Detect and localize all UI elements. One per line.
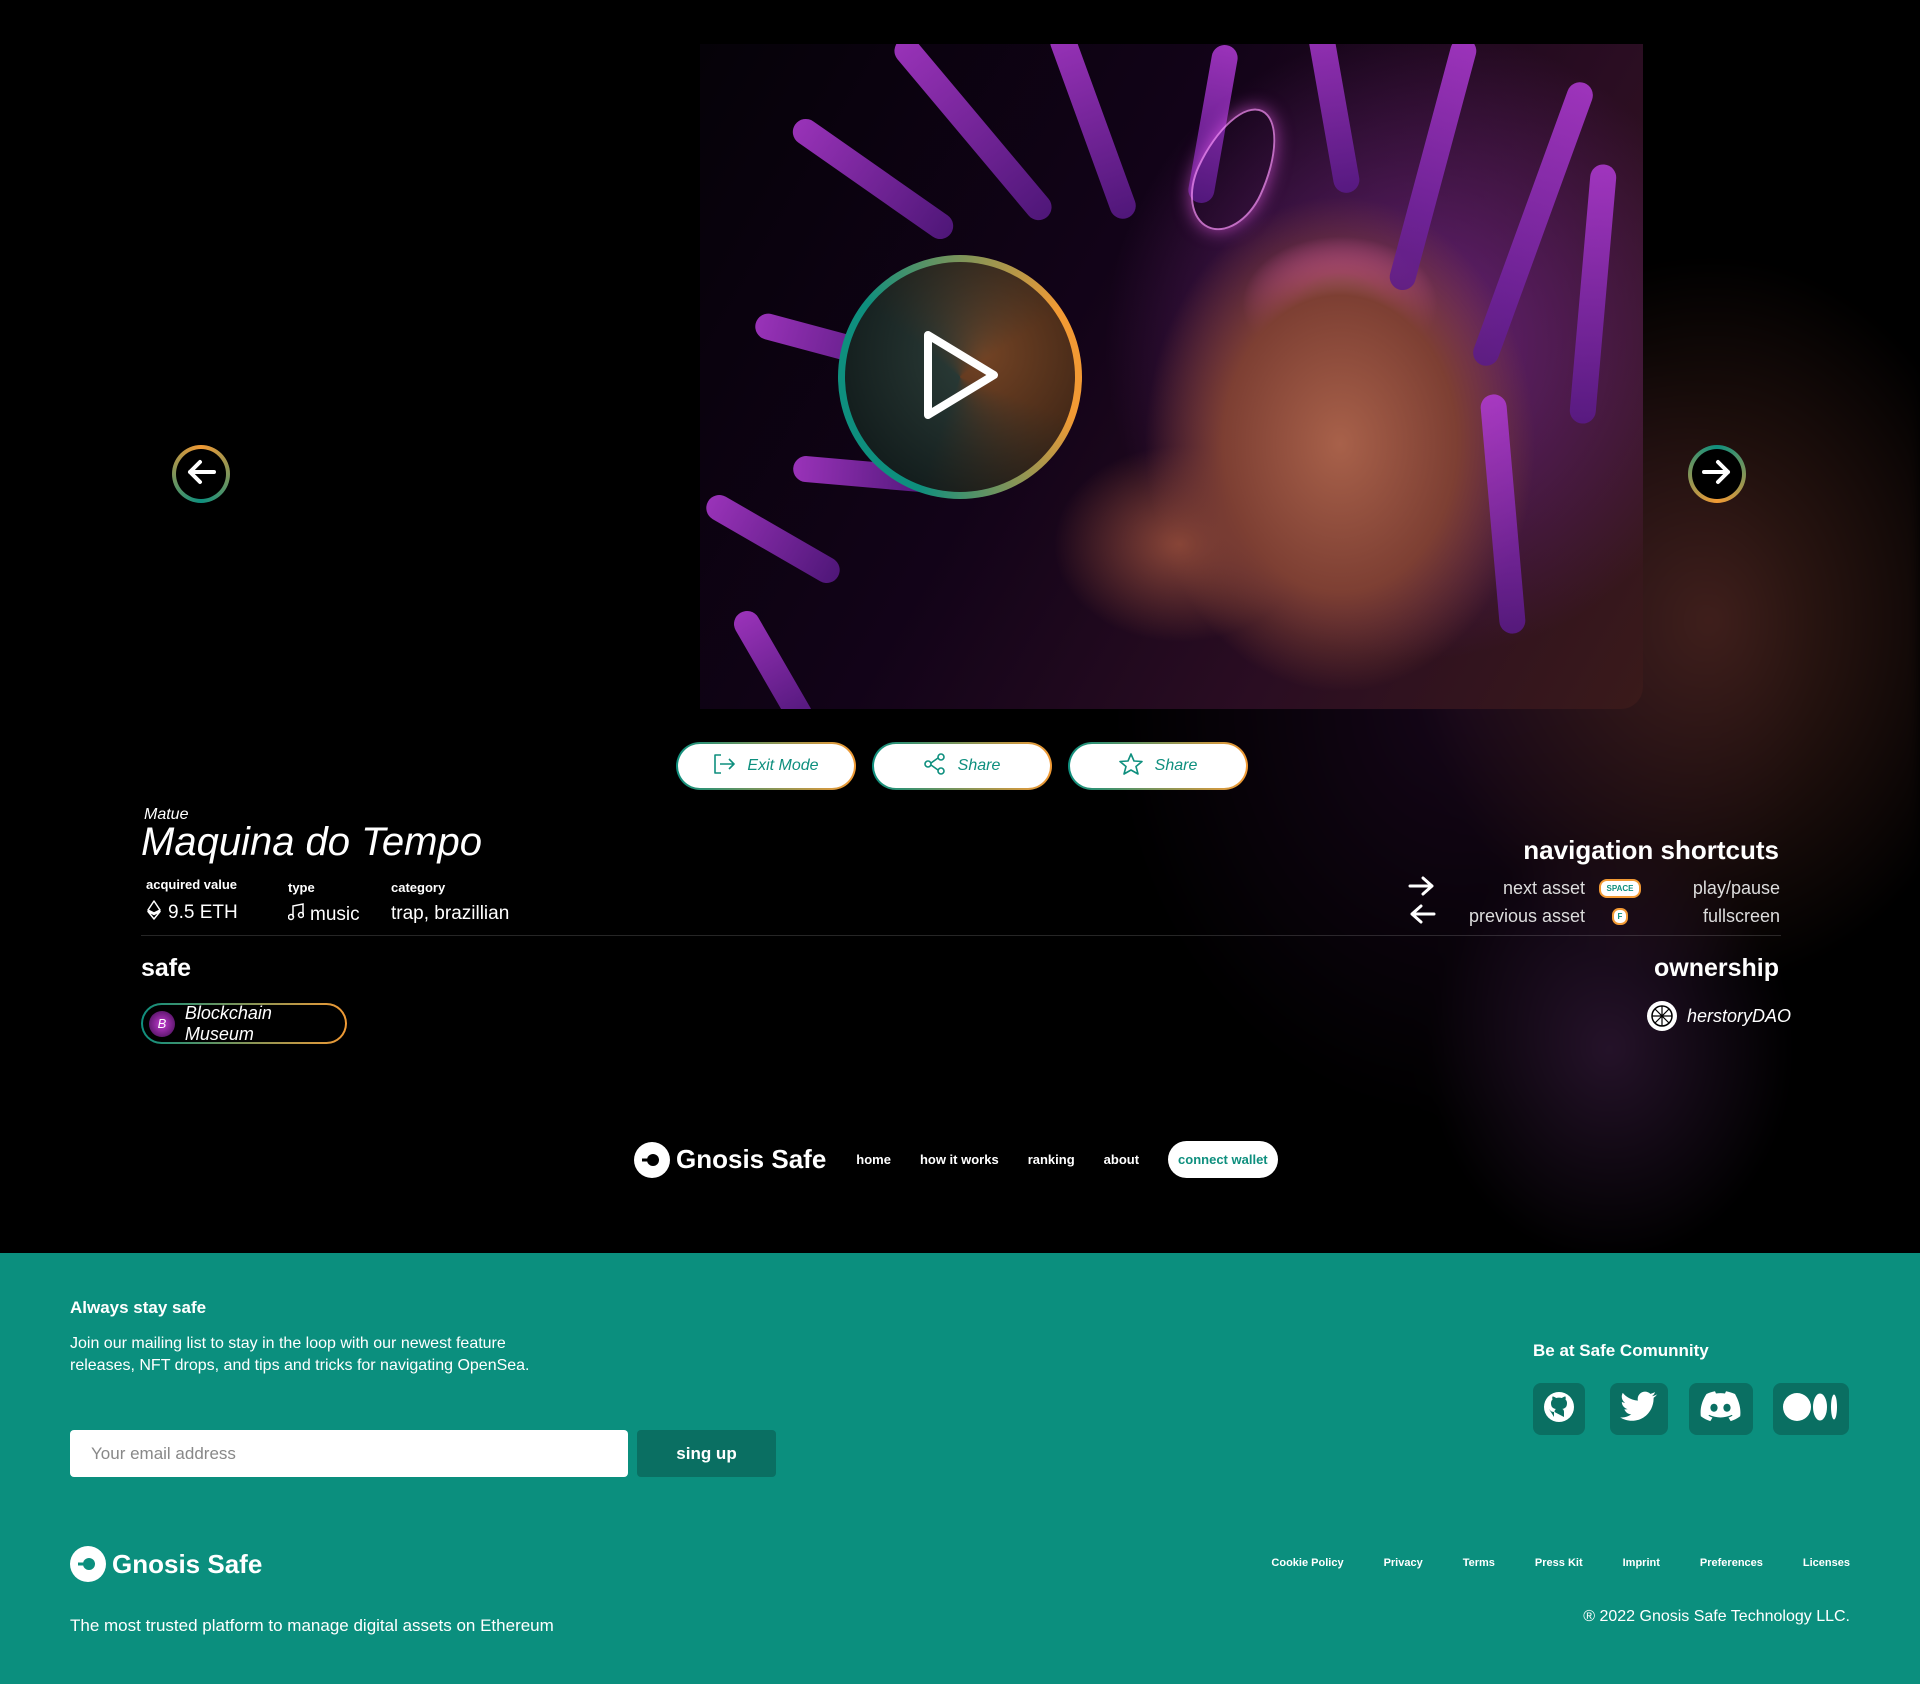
- action-buttons: Exit Mode Share Share: [676, 742, 1248, 790]
- connect-wallet-button[interactable]: connect wallet: [1168, 1141, 1278, 1178]
- share-icon: [923, 752, 946, 780]
- footer-link-licenses[interactable]: Licenses: [1803, 1557, 1850, 1569]
- previous-asset-button[interactable]: [172, 445, 230, 503]
- footer-links: Cookie Policy Privacy Terms Press Kit Im…: [1271, 1557, 1850, 1569]
- brand-name: Gnosis Safe: [676, 1144, 827, 1174]
- arrow-left-icon: [186, 459, 216, 490]
- shortcut-previous-label: previous asset: [1468, 905, 1585, 926]
- play-button[interactable]: [838, 255, 1082, 499]
- divider: [141, 935, 1781, 936]
- gnosis-logo-icon: [634, 1141, 670, 1178]
- favorite-share-label: Share: [1154, 757, 1198, 774]
- footer-brand[interactable]: Gnosis Safe: [70, 1546, 262, 1582]
- category-label: category: [391, 880, 446, 895]
- type-label: type: [288, 880, 315, 895]
- gnosis-logo-icon: [70, 1546, 106, 1582]
- footer: Always stay safe Join our mailing list t…: [0, 1253, 1920, 1684]
- signup-button[interactable]: sing up: [637, 1430, 776, 1477]
- ownership-title: ownership: [1653, 954, 1779, 982]
- next-asset-button[interactable]: [1688, 445, 1746, 503]
- email-input[interactable]: [70, 1430, 628, 1477]
- f-key-chip: F: [1611, 907, 1629, 925]
- newsletter-heading: Always stay safe: [70, 1298, 207, 1317]
- nav-home[interactable]: home: [856, 1152, 891, 1167]
- medium-button[interactable]: [1773, 1383, 1849, 1435]
- footer-brand-name: Gnosis Safe: [112, 1548, 263, 1579]
- shortcut-play-pause-label: play/pause: [1692, 877, 1780, 898]
- twitter-button[interactable]: [1610, 1383, 1668, 1435]
- github-icon: [1542, 1390, 1576, 1429]
- exit-mode-label: Exit Mode: [747, 757, 819, 774]
- footer-link-imprint[interactable]: Imprint: [1623, 1557, 1660, 1569]
- nav-how-it-works[interactable]: how it works: [920, 1152, 999, 1167]
- footer-link-cookie-policy[interactable]: Cookie Policy: [1271, 1557, 1343, 1569]
- share-button[interactable]: Share: [872, 742, 1052, 790]
- community-title: Be at Safe Comunnity: [1533, 1341, 1709, 1360]
- type-value: music: [310, 904, 360, 925]
- nav-about[interactable]: about: [1104, 1152, 1139, 1167]
- favorite-share-button[interactable]: Share: [1068, 742, 1248, 790]
- discord-button[interactable]: [1689, 1383, 1753, 1435]
- owner-link[interactable]: herstoryDAO: [1647, 1001, 1791, 1031]
- shortcuts-list: next asset SPACE play/pause previous ass…: [1408, 874, 1780, 930]
- medium-icon: [1782, 1391, 1840, 1428]
- acquired-value-label: acquired value: [146, 877, 238, 892]
- safe-chip[interactable]: B Blockchain Museum: [141, 1003, 347, 1044]
- ethereum-icon: [146, 900, 162, 926]
- newsletter-text: Join our mailing list to stay in the loo…: [70, 1335, 530, 1374]
- hero-section: Exit Mode Share Share Matue Maquina do T…: [0, 0, 1920, 1253]
- footer-link-terms[interactable]: Terms: [1463, 1557, 1495, 1569]
- music-note-icon: [287, 903, 305, 927]
- owner-avatar: [1647, 1001, 1677, 1031]
- exit-mode-button[interactable]: Exit Mode: [676, 742, 856, 790]
- discord-icon: [1700, 1390, 1742, 1428]
- arrow-left-icon: [1408, 903, 1448, 930]
- footer-link-privacy[interactable]: Privacy: [1384, 1557, 1423, 1569]
- brand-logo[interactable]: Gnosis Safe: [634, 1141, 827, 1178]
- asset-meta: acquired value 9.5 ETH type music catego…: [146, 877, 509, 927]
- category-value: trap, brazillian: [391, 903, 510, 924]
- star-icon: [1118, 752, 1143, 780]
- safe-avatar: B: [149, 1010, 175, 1037]
- main-nav: Gnosis Safe home how it works ranking ab…: [634, 1141, 1278, 1178]
- nav-ranking[interactable]: ranking: [1028, 1152, 1075, 1167]
- play-icon: [918, 327, 1002, 428]
- exit-icon: [713, 753, 736, 779]
- share-label: Share: [957, 757, 1001, 774]
- copyright: ® 2022 Gnosis Safe Technology LLC.: [1583, 1608, 1850, 1625]
- footer-tagline: The most trusted platform to manage digi…: [70, 1616, 554, 1635]
- safe-title: safe: [141, 954, 192, 982]
- shortcuts-title: navigation shortcuts: [1523, 835, 1779, 865]
- arrow-right-icon: [1702, 459, 1732, 490]
- arrow-right-icon: [1408, 875, 1448, 902]
- footer-link-preferences[interactable]: Preferences: [1700, 1557, 1763, 1569]
- shortcut-fullscreen-label: fullscreen: [1702, 905, 1780, 926]
- owner-name: herstoryDAO: [1687, 1005, 1792, 1026]
- twitter-icon: [1620, 1391, 1658, 1428]
- acquired-value: 9.5 ETH: [168, 902, 238, 923]
- space-key-chip: SPACE: [1598, 878, 1642, 898]
- github-button[interactable]: [1533, 1383, 1585, 1435]
- footer-link-press-kit[interactable]: Press Kit: [1535, 1557, 1583, 1569]
- shortcut-next-label: next asset: [1502, 877, 1585, 898]
- safe-chip-label: Blockchain Museum: [184, 1002, 272, 1044]
- asset-title: Maquina do Tempo: [141, 820, 482, 864]
